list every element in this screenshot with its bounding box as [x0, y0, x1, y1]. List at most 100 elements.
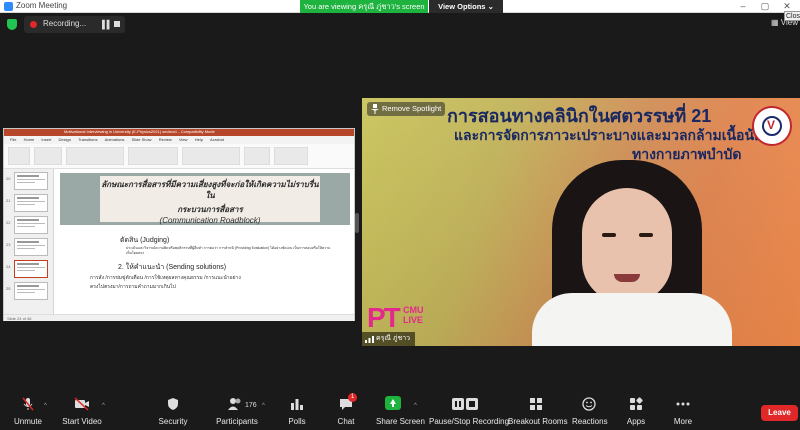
ppt-tab-review[interactable]: Review	[159, 136, 172, 144]
unmute-label: Unmute	[13, 417, 42, 426]
slide-thumbnail[interactable]	[14, 194, 48, 212]
bullet-judging: ตัดสิน (Judging)	[120, 237, 170, 244]
ppt-title-bar: Motivational Interviewing in University …	[4, 129, 354, 136]
slide-title: ลักษณะการสื่อสารที่มีความเสี่ยงสูงที่จะก…	[101, 180, 319, 200]
video-options-caret-icon[interactable]: ^	[102, 403, 105, 409]
participants-icon	[228, 398, 241, 410]
security-button[interactable]: Security	[155, 389, 191, 430]
encryption-shield-icon[interactable]	[7, 19, 17, 30]
chevron-down-icon: ⌄	[487, 2, 494, 11]
polls-label: Polls	[288, 417, 306, 426]
window-title: Zoom Meeting	[16, 1, 68, 10]
remove-spotlight-label: Remove Spotlight	[382, 104, 442, 113]
more-button[interactable]: More	[668, 389, 698, 430]
share-screen-button[interactable]: Share Screen	[376, 389, 425, 430]
thumb-number: 23	[6, 242, 11, 247]
reactions-button[interactable]: Reactions	[572, 389, 608, 430]
slide-body: ตัดสิน (Judging) ประเมินและวิจารณ์ความคิ…	[60, 225, 350, 311]
ppt-tab-file[interactable]: File	[10, 136, 16, 144]
ppt-tab-view[interactable]: View	[179, 136, 188, 144]
bullet-judging-detail: ประเมินและวิจารณ์ความคิดหรือพฤติกรรมที่ผ…	[126, 246, 331, 255]
live-logo-text: LIVE	[403, 315, 424, 325]
bullet-ordering: การสั่ง /การข่มขู่ตักเตือน /การใช้เหตุผล…	[90, 275, 241, 281]
ribbon-acrobat	[274, 147, 308, 165]
pause-recording-icon[interactable]: ▌▌	[102, 20, 112, 29]
ppt-tab-insert[interactable]: Insert	[41, 136, 51, 144]
maximize-icon[interactable]: ▢	[757, 0, 773, 13]
zoom-app-icon	[4, 2, 13, 11]
slide-thumbnail[interactable]	[14, 172, 48, 190]
ppt-status-bar: Slide 24 of 46	[4, 314, 354, 321]
speaker-body	[532, 293, 732, 346]
participants-label: Participants	[216, 417, 258, 426]
recording-label: Recording...	[43, 19, 87, 28]
chat-button[interactable]: 1 Chat	[332, 389, 360, 430]
breakout-rooms-button[interactable]: Breakout Rooms	[508, 389, 568, 430]
slide-thumbnail[interactable]	[14, 216, 48, 234]
ribbon-drawing	[182, 147, 240, 165]
speaker-face	[582, 188, 672, 303]
ppt-menu-bar: File Home Insert Design Transitions Anim…	[4, 136, 354, 144]
remove-spotlight-button[interactable]: Remove Spotlight	[367, 102, 445, 116]
ribbon-font	[66, 147, 124, 165]
pause-stop-icon	[452, 398, 478, 410]
cmu-logo-text: CMU	[403, 305, 424, 315]
unmute-button[interactable]: Unmute	[6, 389, 50, 430]
participants-button[interactable]: 176 Participants	[214, 389, 260, 430]
participant-name: ครุณี ภู่ชาว	[376, 335, 411, 342]
slide-title-line2: กระบวนการสื่อสาร	[177, 205, 243, 214]
slide-thumbnail[interactable]	[14, 238, 48, 256]
start-video-button[interactable]: Start Video	[58, 389, 106, 430]
slide-thumbnails: 20 21 22 23 24 25	[4, 169, 54, 314]
camera-off-icon	[74, 397, 89, 411]
share-options-caret-icon[interactable]: ^	[414, 403, 417, 409]
participants-caret-icon[interactable]: ^	[262, 403, 265, 409]
ppt-tab-acrobat[interactable]: Acrobat	[210, 136, 224, 144]
split-view-divider[interactable]	[355, 213, 359, 233]
shield-icon	[168, 398, 178, 410]
shared-screen[interactable]: Motivational Interviewing in University …	[3, 128, 355, 321]
bullet-sending-solutions: 2. ให้คำแนะนำ (Sending solutions)	[118, 264, 227, 271]
security-label: Security	[158, 417, 188, 426]
ppt-tab-home[interactable]: Home	[24, 136, 35, 144]
recording-indicator: Recording... ▌▌	[24, 16, 125, 33]
ppt-tab-transitions[interactable]: Transitions	[78, 136, 97, 144]
signal-strength-icon	[365, 336, 374, 343]
ppt-tab-slideshow[interactable]: Slide Show	[132, 136, 152, 144]
chat-unread-badge: 1	[348, 393, 357, 402]
meeting-toolbar: Unmute ^ Start Video ^ Security 176 Part…	[0, 389, 800, 430]
slide-title-box: ลักษณะการสื่อสารที่มีความเสี่ยงสูงที่จะก…	[100, 176, 320, 225]
current-slide[interactable]: ลักษณะการสื่อสารที่มีความเสี่ยงสูงที่จะก…	[60, 173, 350, 311]
leave-button[interactable]: Leave	[761, 405, 798, 421]
breakout-rooms-icon	[530, 398, 542, 410]
pause-stop-recording-button[interactable]: Pause/Stop Recording	[429, 389, 509, 430]
thumb-number: 20	[6, 176, 11, 181]
bullet-questioning: ตรงไปตรงมา/การถามคำถามมากเกินไป	[90, 284, 176, 290]
minimize-icon[interactable]: –	[735, 0, 751, 13]
ppt-tab-design[interactable]: Design	[59, 136, 71, 144]
ribbon-paragraph	[128, 147, 178, 165]
viewing-screen-banner: You are viewing ครุณี ภู่ชาว's screen	[300, 0, 428, 13]
speaker-video-tile[interactable]: การสอนทางคลินิกในศตวรรษที่ 21 และการจัดก…	[362, 98, 800, 346]
ppt-tab-animations[interactable]: Animations	[105, 136, 125, 144]
breakout-rooms-label: Breakout Rooms	[508, 417, 568, 426]
stop-recording-icon[interactable]	[114, 21, 120, 27]
share-screen-label: Share Screen	[376, 417, 425, 426]
pt-logo-text: PT	[367, 302, 401, 333]
apps-button[interactable]: Apps	[622, 389, 650, 430]
smiley-icon	[582, 397, 596, 411]
polls-button[interactable]: Polls	[282, 389, 312, 430]
slide-thumbnail[interactable]	[14, 282, 48, 300]
thumb-number: 21	[6, 198, 11, 203]
ppt-tab-help[interactable]: Help	[195, 136, 203, 144]
thumb-number: 24	[6, 264, 11, 269]
slide-thumbnail-active[interactable]	[14, 260, 48, 278]
more-dots-icon	[676, 402, 690, 406]
view-options-label: View Options	[438, 2, 486, 11]
zoom-meeting-window: { "window": { "title": "Zoom Meeting" },…	[0, 0, 800, 430]
ppt-ribbon	[4, 144, 354, 169]
view-options-button[interactable]: View Options ⌄	[429, 0, 503, 13]
audio-options-caret-icon[interactable]: ^	[44, 403, 47, 409]
recording-dot-icon	[30, 21, 37, 28]
share-screen-icon	[385, 396, 401, 410]
